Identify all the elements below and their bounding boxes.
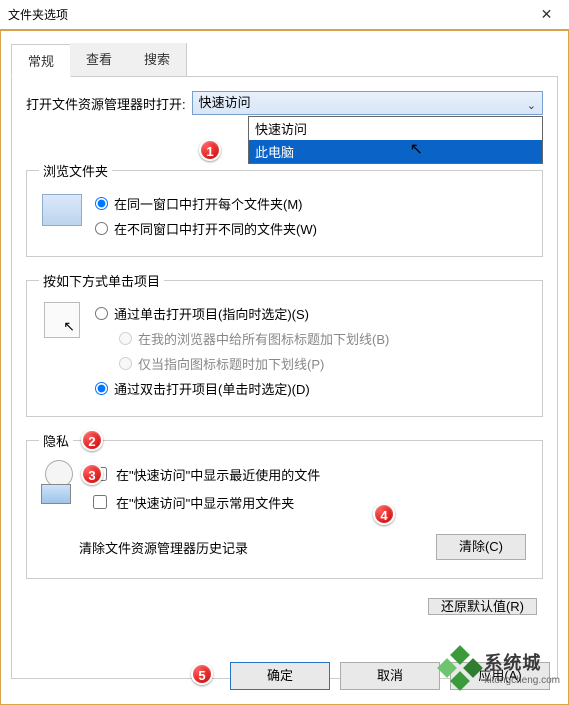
open-with-combo[interactable]: 快速访问 ⌄ [192,91,543,115]
checkbox-recent-files[interactable]: 在"快速访问"中显示最近使用的文件 [89,464,530,484]
watermark-logo-icon [442,650,478,686]
click-icon [39,300,85,340]
browse-folders-legend: 浏览文件夹 [39,161,112,180]
radio-diff-window-label: 在不同窗口中打开不同的文件夹(W) [114,219,317,238]
radio-same-window[interactable]: 在同一窗口中打开每个文件夹(M) [95,194,530,213]
radio-underline-point: 仅当指向图标标题时加下划线(P) [119,354,530,373]
open-with-dropdown: 快速访问 此电脑 [248,116,543,164]
radio-diff-window[interactable]: 在不同窗口中打开不同的文件夹(W) [95,219,530,238]
watermark-title: 系统城 [484,649,560,675]
title-bar: 文件夹选项 ✕ [0,0,569,30]
browse-folders-group: 浏览文件夹 在同一窗口中打开每个文件夹(M) 在不同窗口中打开不同的文件夹(W) [26,161,543,257]
watermark-url: xitongcheng.com [484,675,560,686]
radio-underline-all: 在我的浏览器中给所有图标标题加下划线(B) [119,329,530,348]
clear-history-label: 清除文件资源管理器历史记录 [79,538,248,557]
radio-double-click[interactable]: 通过双击打开项目(单击时选定)(D) [95,379,530,398]
privacy-legend: 隐私 [39,431,73,450]
radio-underline-point-label: 仅当指向图标标题时加下划线(P) [138,354,324,373]
tab-view[interactable]: 查看 [70,43,129,76]
radio-single-click-label: 通过单击打开项目(指向时选定)(S) [114,304,309,323]
checkbox-frequent-folders-input[interactable] [93,495,107,509]
dropdown-option-quick-access[interactable]: 快速访问 [249,117,542,140]
checkbox-frequent-folders-label: 在"快速访问"中显示常用文件夹 [116,493,294,512]
close-icon: ✕ [541,6,553,22]
tab-content: 打开文件资源管理器时打开: 快速访问 ⌄ 快速访问 此电脑 ↖ 浏览文件夹 在同… [11,77,558,679]
click-items-group: 按如下方式单击项目 通过单击打开项目(指向时选定)(S) 在我的浏览器中给所有图… [26,271,543,417]
radio-double-click-label: 通过双击打开项目(单击时选定)(D) [114,379,310,398]
folder-icon [39,190,85,230]
close-button[interactable]: ✕ [524,0,569,30]
window-title: 文件夹选项 [8,8,68,22]
annotation-marker-2: 2 [81,429,103,451]
privacy-group: 隐私 在"快速访问"中显示最近使用的文件 在"快速访问"中显示常用文件夹 [26,431,543,579]
radio-single-click-input[interactable] [95,307,108,320]
tab-strip: 常规 查看 搜索 [11,43,558,77]
open-with-row: 打开文件资源管理器时打开: 快速访问 ⌄ 快速访问 此电脑 ↖ [26,91,543,115]
watermark: 系统城 xitongcheng.com [442,649,560,686]
radio-double-click-input[interactable] [95,382,108,395]
checkbox-frequent-folders[interactable]: 在"快速访问"中显示常用文件夹 [89,492,530,512]
open-with-label: 打开文件资源管理器时打开: [26,94,186,113]
annotation-marker-4: 4 [373,503,395,525]
radio-single-click[interactable]: 通过单击打开项目(指向时选定)(S) [95,304,530,323]
combo-selected-text: 快速访问 [199,95,251,110]
privacy-icon [39,460,79,504]
clear-history-row: 清除文件资源管理器历史记录 清除(C) [79,534,526,560]
watermark-text: 系统城 xitongcheng.com [484,649,560,686]
annotation-marker-3: 3 [81,463,103,485]
annotation-marker-1: 1 [199,139,221,161]
annotation-marker-5: 5 [191,663,213,685]
checkbox-recent-files-label: 在"快速访问"中显示最近使用的文件 [116,465,320,484]
radio-same-window-label: 在同一窗口中打开每个文件夹(M) [114,194,303,213]
radio-underline-point-input [119,357,132,370]
radio-underline-all-input [119,332,132,345]
dialog-body: 常规 查看 搜索 打开文件资源管理器时打开: 快速访问 ⌄ 快速访问 此电脑 ↖… [0,30,569,705]
chevron-down-icon: ⌄ [527,95,536,117]
restore-defaults-row: 还原默认值(R) [26,595,537,619]
cursor-icon: ↖ [410,139,423,159]
radio-diff-window-input[interactable] [95,222,108,235]
click-items-legend: 按如下方式单击项目 [39,271,164,290]
tab-general[interactable]: 常规 [11,44,71,77]
tab-search[interactable]: 搜索 [128,43,187,76]
dropdown-option-this-pc[interactable]: 此电脑 [249,140,542,163]
cancel-button[interactable]: 取消 [340,662,440,690]
radio-underline-all-label: 在我的浏览器中给所有图标标题加下划线(B) [138,329,389,348]
ok-button[interactable]: 确定 [230,662,330,690]
restore-defaults-button[interactable]: 还原默认值(R) [428,598,537,615]
radio-same-window-input[interactable] [95,197,108,210]
clear-button[interactable]: 清除(C) [436,534,526,560]
